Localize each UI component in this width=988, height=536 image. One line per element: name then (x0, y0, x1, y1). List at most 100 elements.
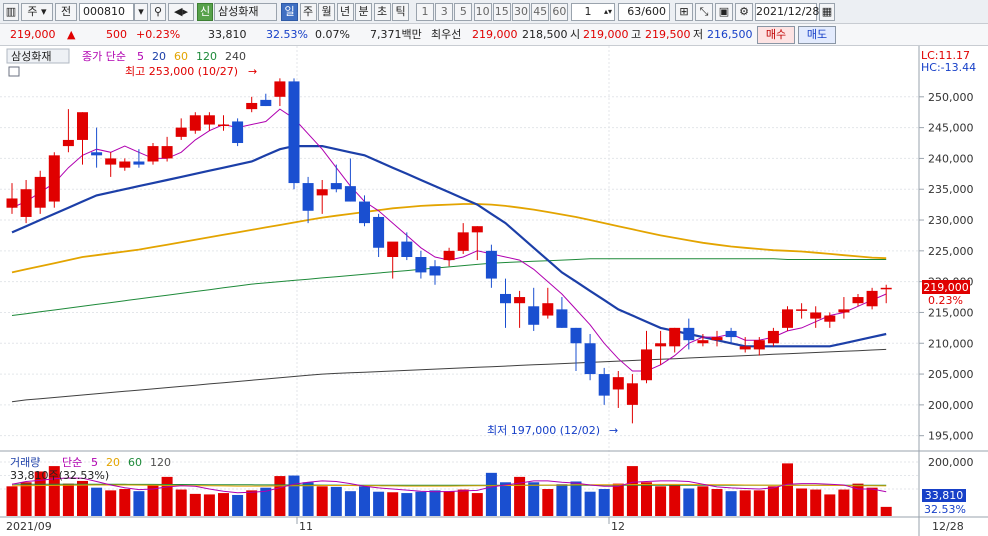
interval-5[interactable]: 30 (512, 3, 530, 21)
candle-body (796, 309, 808, 311)
count-display[interactable]: 63/600 (618, 3, 670, 21)
high-note: 최고 253,000 (10/27) (125, 65, 238, 78)
candle-body (485, 250, 497, 279)
gear-icon[interactable]: ⚙ (735, 3, 753, 21)
volume-bar (189, 493, 201, 516)
candle-body (161, 146, 173, 159)
volume-ratio: 32.53% (266, 28, 308, 41)
toolbar: ▥ 주 ▾ 전 000810 ▾ ⚲ ◀▸ 신 삼성화재 일주월년분초틱 135… (0, 0, 988, 24)
interval-1[interactable]: 3 (435, 3, 454, 21)
low-note: 최저 197,000 (12/02) (487, 424, 600, 437)
new-badge[interactable]: 신 (197, 3, 213, 21)
volume-tick-label: 200,000 (928, 456, 974, 469)
volume-bar (119, 489, 131, 516)
price-tick-label: 200,000 (928, 399, 974, 412)
tab-0[interactable]: 일 (281, 3, 298, 21)
chart-menu-icon[interactable]: ▥ (3, 3, 19, 21)
candle-body (570, 327, 582, 344)
speaker-icon[interactable]: ◀▸ (168, 3, 194, 21)
interval-4[interactable]: 15 (492, 3, 511, 21)
price-tag: 219,000 (923, 281, 969, 294)
candle-body (387, 241, 399, 257)
period-unit-select[interactable]: 주 ▾ (21, 3, 53, 21)
turnover-value: 0.07% (315, 28, 350, 41)
candle-body (175, 127, 187, 137)
volume-bar (457, 489, 469, 516)
volume-bar (344, 491, 356, 516)
candle-body (203, 115, 215, 125)
prev-label: 전 (60, 5, 72, 18)
tab-4[interactable]: 분 (355, 3, 372, 21)
trend-icon[interactable]: ⤡ (695, 3, 713, 21)
save-icon[interactable]: ▣ (715, 3, 733, 21)
volume-bar (91, 487, 103, 516)
candle-body (20, 189, 32, 217)
quote-bar: 219,000 ▲ 500 +0.23% 33,810 32.53% 0.07%… (0, 24, 988, 46)
volume-bar (373, 491, 385, 516)
candle-body (725, 330, 737, 338)
candle-body (316, 189, 328, 196)
vol-ma-legend-item: 120 (150, 456, 171, 469)
price-tick-label: 225,000 (928, 245, 974, 258)
best-bid-value: 218,500 (522, 28, 568, 41)
interval-2[interactable]: 5 (454, 3, 473, 21)
volume-bar (753, 490, 765, 516)
interval-spin-input[interactable]: 1 ▴▾ (571, 3, 615, 21)
candle-body (48, 155, 60, 202)
volume-bar (20, 482, 32, 516)
candle-body (683, 327, 695, 341)
interval-6[interactable]: 45 (531, 3, 550, 21)
x-label-sep: 2021/09 (6, 520, 52, 533)
vol-ma-legend-item: 60 (128, 456, 142, 469)
ma-legend-item: 20 (152, 50, 166, 63)
stock-chart[interactable]: 250,000 245,000 240,000 235,000 230,000 225,0… (0, 46, 988, 536)
volume-bar (767, 486, 779, 516)
best-ask-label: 최우선 (431, 28, 462, 41)
buy-button[interactable]: 매수 (757, 26, 795, 44)
tab-5[interactable]: 초 (373, 3, 391, 21)
volume-bar (359, 486, 370, 516)
volume-bar (302, 482, 314, 516)
ma-legend-item: 240 (225, 50, 246, 63)
code-dropdown-icon[interactable]: ▾ (134, 3, 148, 21)
candle-body (232, 121, 244, 144)
candle-body (711, 337, 723, 341)
candle-body (189, 115, 201, 131)
candle-body (344, 186, 356, 202)
candle-body (542, 303, 554, 316)
price-tick-label: 230,000 (928, 214, 974, 227)
candle-body (415, 257, 427, 273)
date-input[interactable]: 2021/12/28 (755, 3, 819, 21)
calendar-icon[interactable]: ▦ (819, 3, 835, 21)
volume-bar (570, 481, 582, 516)
interval-3[interactable]: 10 (473, 3, 492, 21)
volume-bar (401, 493, 413, 516)
candle-body (6, 198, 18, 208)
volume-bar (246, 490, 258, 516)
tab-2[interactable]: 월 (318, 3, 335, 21)
candle-body (655, 343, 667, 347)
tab-6[interactable]: 틱 (392, 3, 409, 21)
low-arrow-icon: → (609, 424, 618, 437)
search-icon[interactable]: ⚲ (150, 3, 166, 21)
candle-body (514, 297, 526, 304)
trade-amount: 7,371백만 (370, 28, 422, 41)
stock-code-input[interactable]: 000810 (79, 3, 134, 21)
x-label-dec: 12 (611, 520, 625, 533)
interval-0[interactable]: 1 (416, 3, 434, 21)
volume-bar (542, 489, 554, 516)
interval-7[interactable]: 60 (550, 3, 569, 21)
volume-bar (641, 482, 652, 516)
candle-body (838, 309, 850, 313)
tab-3[interactable]: 년 (336, 3, 354, 21)
sell-button[interactable]: 매도 (798, 26, 836, 44)
volume-bar (500, 482, 511, 516)
ma-legend-item: 5 (137, 50, 144, 63)
prev-button[interactable]: 전 (55, 3, 77, 21)
zoom-icon[interactable]: ⊞ (675, 3, 693, 21)
volume-bar (655, 486, 667, 516)
open-value: 219,000 (583, 28, 629, 41)
candle-body (500, 293, 511, 304)
tab-1[interactable]: 주 (299, 3, 317, 21)
candle-body (91, 152, 103, 156)
